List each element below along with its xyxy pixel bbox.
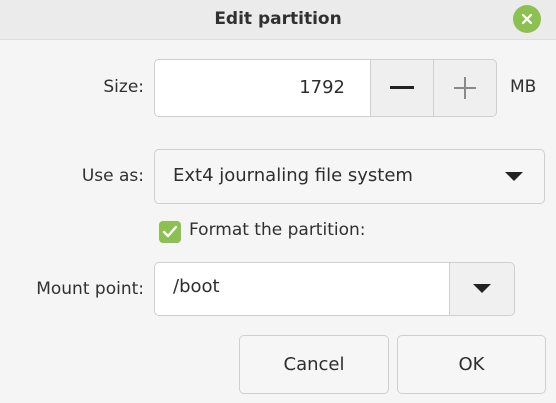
size-unit: MB [510, 77, 537, 97]
close-button[interactable] [513, 5, 541, 33]
size-label: Size: [103, 77, 144, 97]
use-as-dropdown[interactable]: Ext4 journaling file system [154, 149, 545, 204]
format-label[interactable]: Format the partition: [189, 220, 366, 240]
edit-partition-dialog: Edit partition Size: 1792 MB Use as: Ext… [0, 0, 556, 403]
plus-icon [454, 77, 476, 99]
dialog-title: Edit partition [214, 9, 342, 29]
mount-point-input[interactable]: /boot [154, 262, 451, 316]
check-icon [162, 225, 178, 238]
format-checkbox[interactable] [159, 221, 181, 243]
mount-point-label: Mount point: [36, 279, 144, 299]
mount-point-dropdown-button[interactable] [449, 262, 515, 316]
close-icon [521, 13, 533, 25]
mount-point-value: /boot [173, 276, 220, 297]
minus-icon [390, 86, 414, 89]
use-as-selected: Ext4 journaling file system [173, 165, 413, 186]
cancel-button[interactable]: Cancel [239, 335, 389, 394]
chevron-down-icon [505, 172, 523, 181]
chevron-down-icon [473, 284, 491, 293]
ok-button[interactable]: OK [397, 335, 546, 394]
decrease-size-button[interactable] [370, 59, 434, 117]
use-as-label: Use as: [81, 166, 144, 186]
size-input[interactable]: 1792 [154, 59, 372, 117]
title-bar: Edit partition [0, 0, 556, 40]
increase-size-button[interactable] [433, 59, 497, 117]
